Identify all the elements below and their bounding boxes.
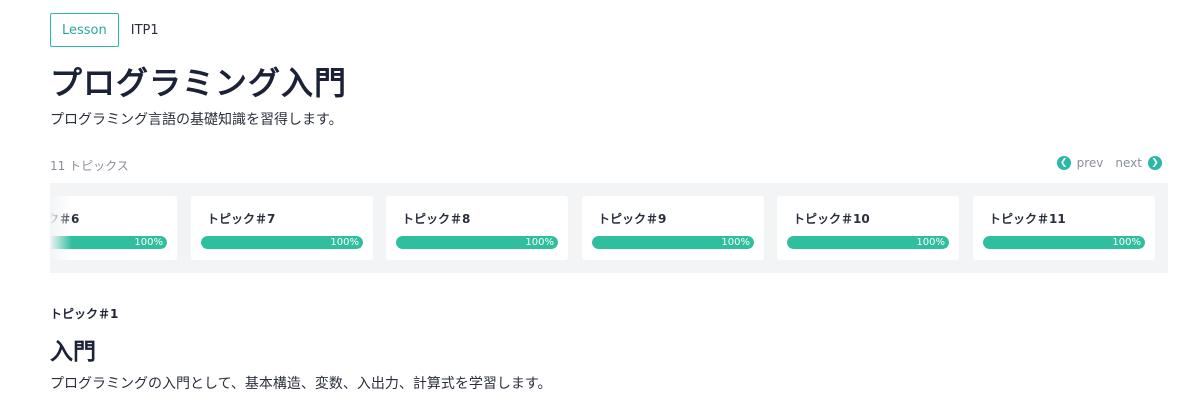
page-title: プログラミング入門 xyxy=(50,64,348,102)
topic-card-11[interactable]: トピック＃11 100% xyxy=(973,196,1155,260)
progress-fill: 100% xyxy=(787,236,949,249)
current-topic-label: トピック＃1 xyxy=(50,307,119,321)
progress-label: 100% xyxy=(916,237,945,248)
topic-card-title: トピック＃11 xyxy=(989,212,1066,226)
topic-progress-bar: 100% xyxy=(983,236,1145,249)
topic-count: 11 トピックス xyxy=(50,159,129,173)
chevron-right-icon: ❯ xyxy=(1148,156,1162,170)
topic-card-title: トピック＃10 xyxy=(793,212,870,226)
topic-progress-bar: 100% xyxy=(201,236,363,249)
next-label: next xyxy=(1115,156,1142,170)
prev-label: prev xyxy=(1076,156,1104,170)
carousel-pager: ❮ prev next ❯ xyxy=(1056,156,1162,170)
course-code: ITP1 xyxy=(130,22,159,38)
topic-card-10[interactable]: トピック＃10 100% xyxy=(777,196,959,260)
topic-card-9[interactable]: トピック＃9 100% xyxy=(582,196,764,260)
topic-card-title: トピック＃7 xyxy=(207,212,276,226)
progress-label: 100% xyxy=(525,237,554,248)
page-subtitle: プログラミング言語の基礎知識を習得します。 xyxy=(50,112,343,128)
current-topic-heading: 入門 xyxy=(50,339,96,365)
topic-card-title: トピック＃6 xyxy=(50,212,80,226)
lesson-badge[interactable]: Lesson xyxy=(50,13,119,47)
progress-label: 100% xyxy=(721,237,750,248)
progress-label: 100% xyxy=(1112,237,1141,248)
topic-progress-bar: 100% xyxy=(396,236,558,249)
progress-fill: 100% xyxy=(50,236,167,249)
topic-progress-bar: 100% xyxy=(50,236,167,249)
next-button[interactable]: next ❯ xyxy=(1115,156,1162,170)
progress-label: 100% xyxy=(330,237,359,248)
topic-card-title: トピック＃8 xyxy=(402,212,471,226)
topic-card-6[interactable]: トピック＃6 100% xyxy=(50,196,177,260)
topic-progress-bar: 100% xyxy=(592,236,754,249)
topic-card-title: トピック＃9 xyxy=(598,212,667,226)
topic-track: トピック＃6 100% トピック＃7 100% トピック＃8 100% xyxy=(50,183,1168,273)
current-topic-description: プログラミングの入門として、基本構造、変数、入出力、計算式を学習します。 xyxy=(50,376,552,392)
topic-card-7[interactable]: トピック＃7 100% xyxy=(191,196,373,260)
progress-fill: 100% xyxy=(592,236,754,249)
topic-progress-bar: 100% xyxy=(787,236,949,249)
prev-button[interactable]: ❮ prev xyxy=(1056,156,1104,170)
progress-label: 100% xyxy=(134,237,163,248)
header-row: Lesson ITP1 xyxy=(50,13,159,47)
progress-fill: 100% xyxy=(201,236,363,249)
chevron-left-icon: ❮ xyxy=(1056,156,1071,170)
topic-card-8[interactable]: トピック＃8 100% xyxy=(386,196,568,260)
topic-carousel[interactable]: トピック＃6 100% トピック＃7 100% トピック＃8 100% xyxy=(50,183,1168,273)
progress-fill: 100% xyxy=(983,236,1145,249)
progress-fill: 100% xyxy=(396,236,558,249)
